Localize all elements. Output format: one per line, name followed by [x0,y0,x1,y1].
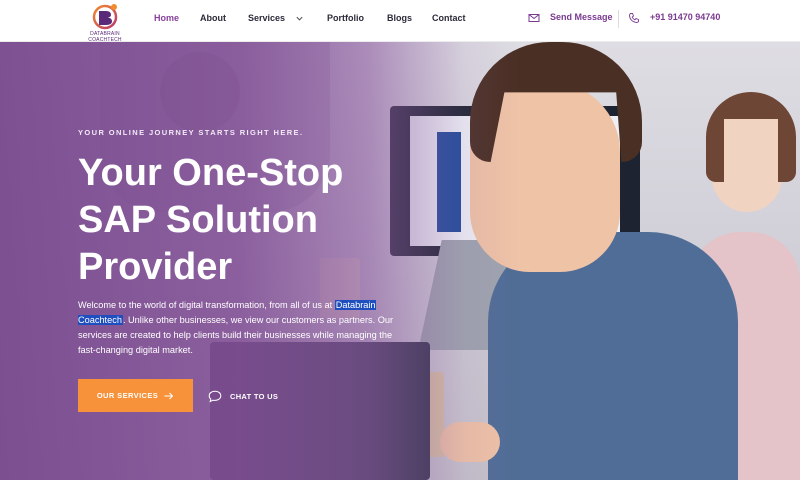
chat-to-us-label: CHAT TO US [230,391,279,401]
headline-line-3: Provider [78,246,233,288]
send-message-link[interactable]: Send Message [550,12,613,22]
nav-blogs[interactable]: Blogs [387,13,412,23]
hero-eyebrow: YOUR ONLINE JOURNEY STARTS RIGHT HERE. [78,128,304,137]
logo-text: DATABRAIN COACHTECH [88,31,122,43]
chat-to-us-button[interactable]: CHAT TO US [208,387,278,405]
nav-services[interactable]: Services [248,13,285,23]
hero-description-rest: . Unlike other businesses, we view our c… [78,315,394,355]
brand-logo[interactable]: DATABRAIN COACHTECH [76,2,134,43]
hero-headline: Your One-Stop SAP Solution Provider [78,150,408,291]
our-services-button[interactable]: OUR SERVICES [78,379,193,412]
header-divider [618,10,619,28]
hero-description-lead: Welcome to the world of digital transfor… [78,300,333,310]
our-services-label: OUR SERVICES [96,391,159,400]
arrow-right-icon [164,392,174,399]
hero-section: YOUR ONLINE JOURNEY STARTS RIGHT HERE. Y… [0,42,800,480]
phone-icon [629,13,639,23]
site-header: DATABRAIN COACHTECH Home About Services … [0,0,800,43]
hero-description: Welcome to the world of digital transfor… [78,298,408,358]
headline-line-2: SAP Solution [78,199,318,241]
nav-portfolio[interactable]: Portfolio [327,13,364,23]
phone-number[interactable]: +91 91470 94740 [650,12,720,22]
headline-line-1: Your One-Stop [78,152,344,194]
nav-about[interactable]: About [200,13,226,23]
chevron-down-icon[interactable] [295,14,304,23]
envelope-icon [528,14,540,22]
nav-home[interactable]: Home [154,13,179,23]
logo-mark-icon [92,4,118,30]
nav-contact[interactable]: Contact [432,13,466,23]
chat-bubble-icon [208,390,222,403]
